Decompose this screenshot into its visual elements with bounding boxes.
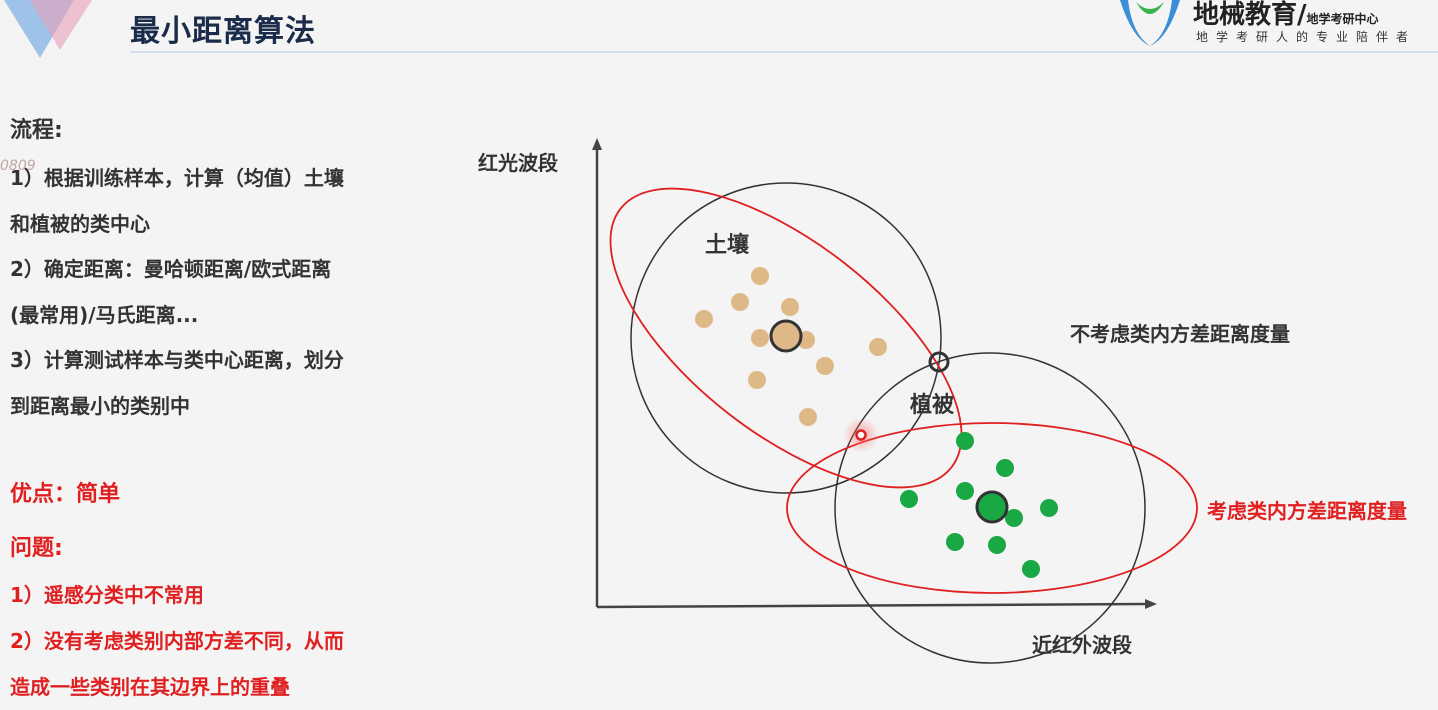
soil-sample-point — [751, 267, 769, 285]
veg-sample-point — [1040, 499, 1058, 517]
soil-label: 土壤 — [705, 232, 750, 258]
veg-sample-point — [956, 432, 974, 450]
y-axis-label: 红光波段 — [478, 151, 558, 175]
soil-sample-point — [781, 298, 799, 316]
veg-sample-point — [956, 482, 974, 500]
with-variance-label: 考虑类内方差距离度量 — [1207, 499, 1407, 523]
no-variance-label: 不考虑类内方差距离度量 — [1070, 322, 1290, 346]
y-axis-arrow — [592, 138, 602, 150]
soil-sample-point — [869, 338, 887, 356]
soil-class-center — [769, 319, 803, 353]
soil-sample-point — [799, 408, 817, 426]
x-axis-arrow — [1145, 599, 1157, 609]
veg-sample-point — [988, 536, 1006, 554]
red-test-point — [855, 429, 867, 441]
soil-sample-point — [731, 293, 749, 311]
veg-class-center — [975, 490, 1009, 524]
distance-diagram: 红光波段 近红外波段 土壤 植被 不考虑类内方差距离度量 考虑类内方差距离度量 — [478, 138, 1407, 664]
soil-sample-point — [751, 329, 769, 347]
soil-sample-point — [695, 310, 713, 328]
veg-sample-point — [900, 490, 918, 508]
veg-sample-point — [996, 459, 1014, 477]
soil-sample-point — [816, 357, 834, 375]
veg-sample-point — [1022, 560, 1040, 578]
x-axis-label: 近红外波段 — [1032, 633, 1132, 657]
veg-label: 植被 — [910, 392, 955, 418]
veg-sample-point — [946, 533, 964, 551]
x-axis — [596, 602, 1149, 609]
soil-sample-point — [748, 371, 766, 389]
